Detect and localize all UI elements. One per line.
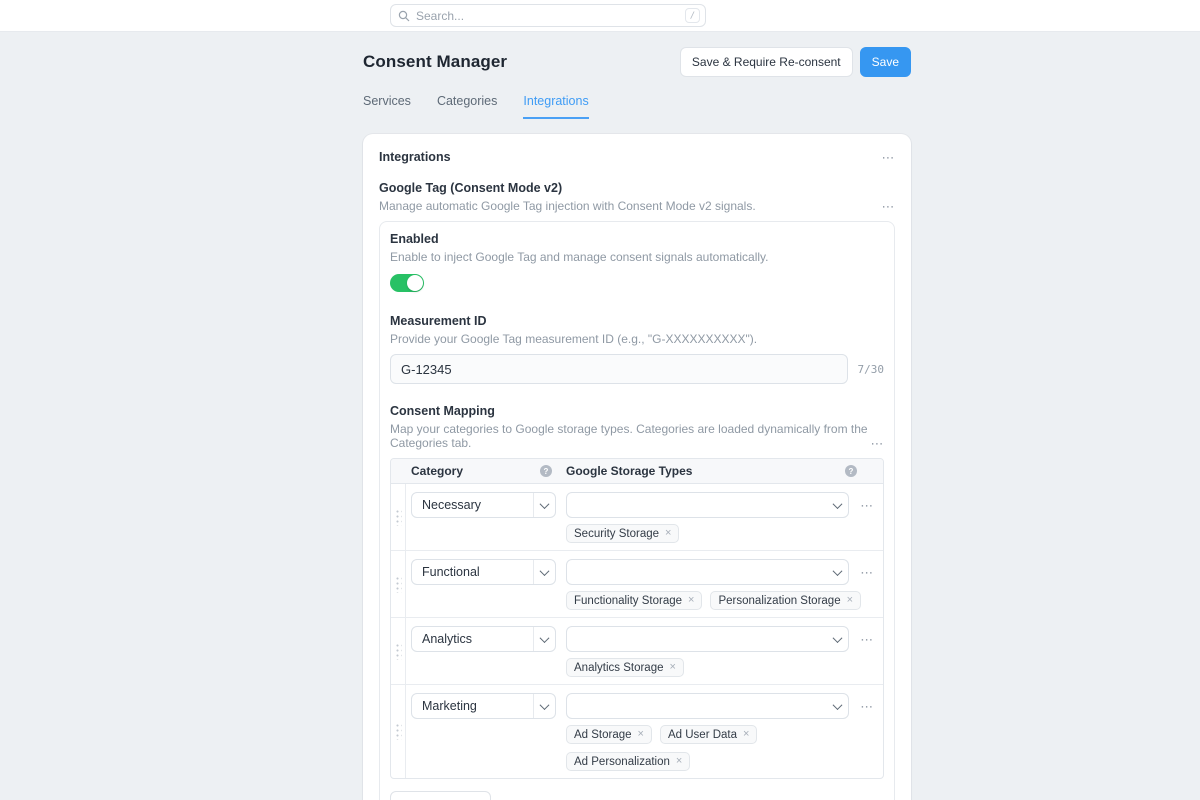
consent-mapping-table: Category ? Google Storage Types ? Necess… — [390, 458, 884, 779]
category-select[interactable]: Marketing — [411, 693, 556, 719]
chevron-down-icon — [533, 560, 555, 584]
google-tag-panel: Enabled Enable to inject Google Tag and … — [379, 221, 895, 800]
category-select[interactable]: Functional — [411, 559, 556, 585]
storage-type-chip: Personalization Storage × — [710, 591, 862, 610]
global-search[interactable]: / — [390, 4, 706, 27]
table-header: Category ? Google Storage Types ? — [391, 459, 883, 484]
remove-chip-icon[interactable]: × — [670, 662, 676, 673]
drag-handle-icon[interactable] — [394, 508, 402, 526]
card-title: Integrations — [379, 150, 451, 164]
remove-chip-icon[interactable]: × — [665, 528, 671, 539]
category-select[interactable]: Necessary — [411, 492, 556, 518]
storage-types-select[interactable] — [566, 693, 849, 719]
table-row: Necessary ⋯ Security Storage × — [391, 484, 883, 551]
storage-type-chip: Analytics Storage × — [566, 658, 684, 677]
storage-column-header: Google Storage Types — [566, 464, 693, 478]
storage-help-icon[interactable]: ? — [845, 465, 857, 477]
storage-type-chip: Ad Storage × — [566, 725, 652, 744]
measurement-id-label: Measurement ID — [390, 314, 487, 328]
chevron-down-icon — [533, 627, 555, 651]
row-ellipsis-menu-icon[interactable]: ⋯ — [859, 566, 875, 579]
category-select[interactable]: Analytics — [411, 626, 556, 652]
storage-type-chip: Security Storage × — [566, 524, 680, 543]
remove-chip-icon[interactable]: × — [743, 729, 749, 740]
measurement-id-field: Measurement ID Provide your Google Tag m… — [390, 314, 884, 384]
page-title: Consent Manager — [363, 52, 508, 71]
storage-type-chip: Functionality Storage × — [566, 591, 703, 610]
google-tag-description: Manage automatic Google Tag injection wi… — [379, 199, 756, 213]
remove-chip-icon[interactable]: × — [688, 595, 694, 606]
row-ellipsis-menu-icon[interactable]: ⋯ — [859, 499, 875, 512]
consent-mapping-ellipsis-menu-icon[interactable]: ⋯ — [871, 437, 885, 450]
category-help-icon[interactable]: ? — [540, 465, 552, 477]
save-reconsent-button[interactable]: Save & Require Re-consent — [679, 47, 853, 77]
chevron-down-icon — [826, 493, 848, 517]
drag-handle-icon[interactable] — [394, 723, 402, 740]
page-header: Consent Manager Save & Require Re-consen… — [363, 47, 911, 77]
chevron-down-icon — [826, 560, 848, 584]
storage-type-chip: Ad User Data × — [659, 725, 758, 744]
save-button[interactable]: Save — [859, 47, 911, 77]
google-tag-ellipsis-menu-icon[interactable]: ⋯ — [882, 200, 896, 213]
storage-types-select[interactable] — [566, 559, 849, 585]
google-tag-section: Google Tag (Consent Mode v2) Manage auto… — [379, 181, 895, 800]
tab-categories[interactable]: Categories — [437, 94, 497, 119]
chevron-down-icon — [533, 694, 555, 718]
storage-types-select[interactable] — [566, 626, 849, 652]
table-row: Functional ⋯ Functionality Storage × Per… — [391, 551, 883, 618]
search-icon — [398, 10, 410, 22]
remove-chip-icon[interactable]: × — [638, 729, 644, 740]
consent-mapping-field: Consent Mapping Map your categories to G… — [390, 404, 884, 800]
table-row: Analytics ⋯ Analytics Storage × — [391, 618, 883, 685]
enabled-field: Enabled Enable to inject Google Tag and … — [390, 232, 884, 292]
enabled-description: Enable to inject Google Tag and manage c… — [390, 250, 769, 264]
consent-mapping-description: Map your categories to Google storage ty… — [390, 422, 868, 450]
remove-chip-icon[interactable]: × — [847, 595, 853, 606]
search-input[interactable] — [416, 8, 679, 23]
toggle-knob — [407, 275, 423, 291]
tab-bar: Services Categories Integrations — [363, 94, 911, 119]
tab-integrations[interactable]: Integrations — [523, 94, 589, 119]
char-counter: 7/30 — [857, 362, 885, 376]
chevron-down-icon — [826, 627, 848, 651]
storage-types-select[interactable] — [566, 492, 849, 518]
row-ellipsis-menu-icon[interactable]: ⋯ — [859, 700, 875, 713]
tab-services[interactable]: Services — [363, 94, 411, 119]
slash-shortcut-badge: / — [685, 8, 700, 23]
category-column-header: Category — [411, 464, 464, 478]
consent-mapping-label: Consent Mapping — [390, 404, 495, 418]
measurement-id-input[interactable] — [390, 354, 848, 384]
card-ellipsis-menu-icon[interactable]: ⋯ — [882, 151, 896, 164]
google-tag-title: Google Tag (Consent Mode v2) — [379, 181, 563, 195]
storage-type-chip: Ad Personalization × — [566, 752, 691, 771]
measurement-id-description: Provide your Google Tag measurement ID (… — [390, 332, 758, 346]
add-mapping-button[interactable]: Add Mapping — [390, 791, 491, 800]
row-ellipsis-menu-icon[interactable]: ⋯ — [859, 633, 875, 646]
integrations-card: Integrations ⋯ Google Tag (Consent Mode … — [363, 134, 911, 800]
topbar: / — [0, 0, 1200, 32]
google-tag-enabled-toggle[interactable] — [390, 274, 424, 292]
chevron-down-icon — [826, 694, 848, 718]
chevron-down-icon — [533, 493, 555, 517]
drag-handle-icon[interactable] — [394, 642, 402, 660]
drag-handle-icon[interactable] — [394, 575, 402, 593]
enabled-label: Enabled — [390, 232, 439, 246]
remove-chip-icon[interactable]: × — [676, 756, 682, 767]
table-row: Marketing ⋯ Ad Storage × Ad User Data × … — [391, 685, 883, 778]
